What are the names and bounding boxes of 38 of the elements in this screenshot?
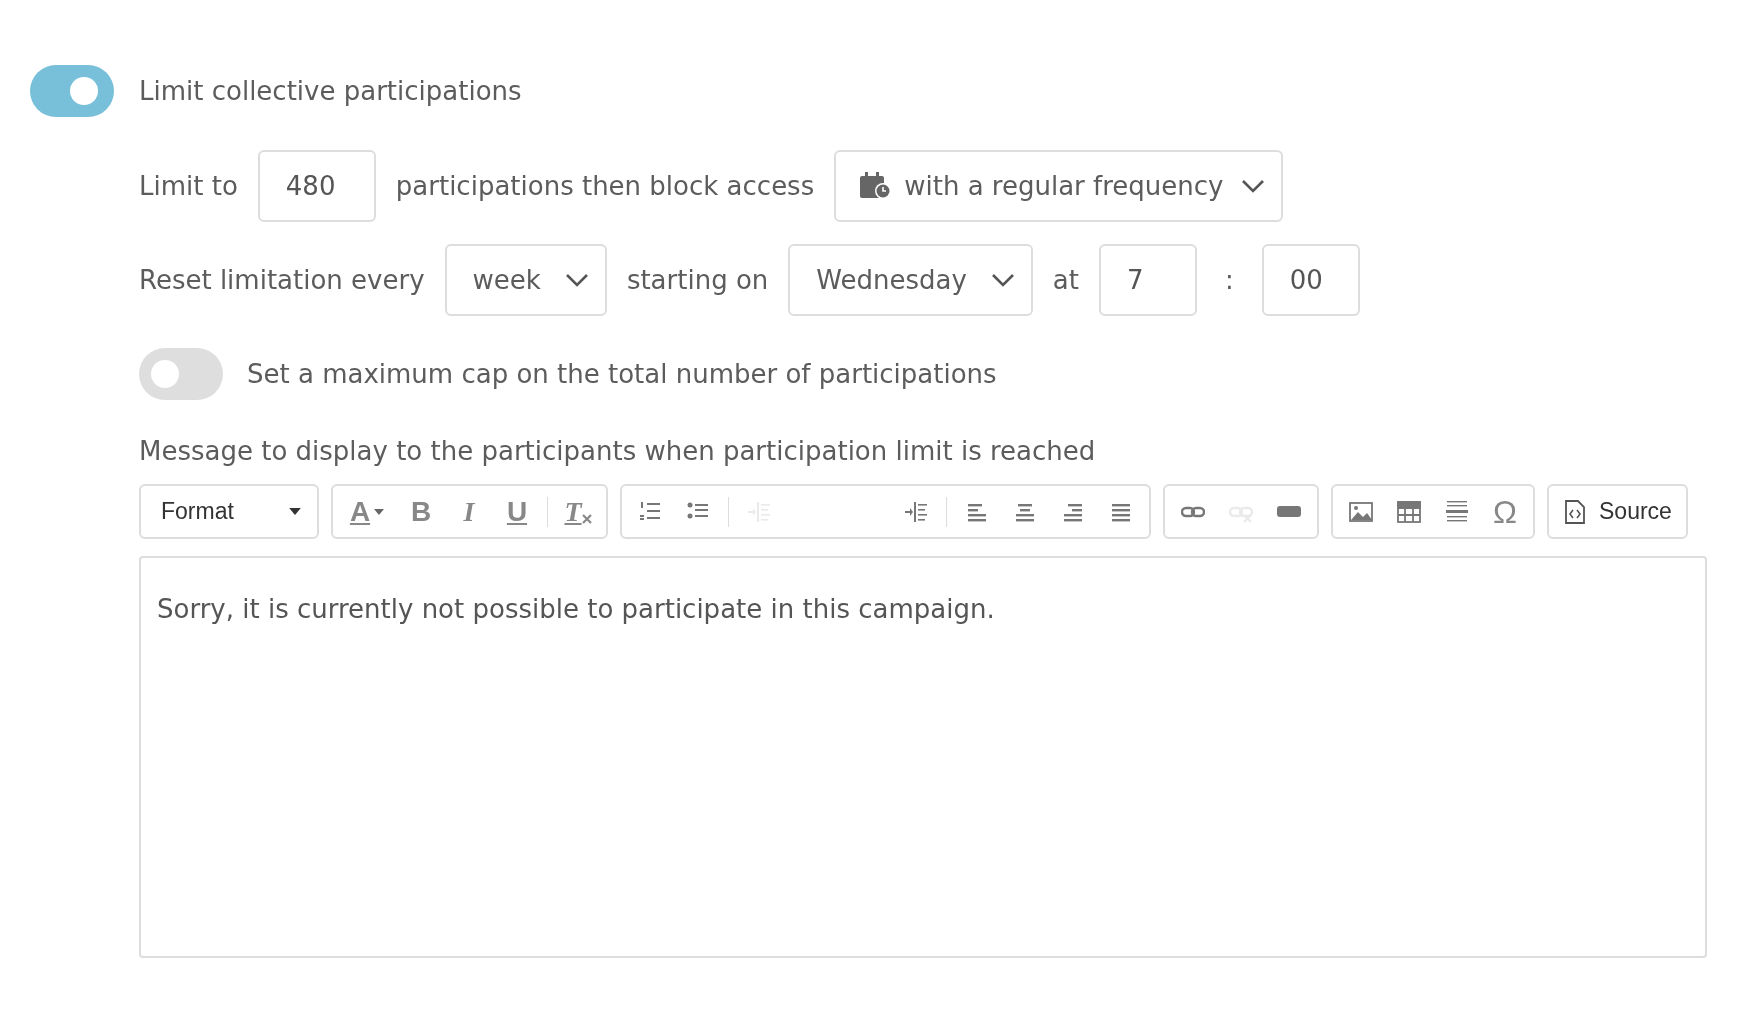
bold-button[interactable]: B	[399, 491, 443, 532]
underline-button[interactable]: U	[495, 491, 539, 532]
toggle-switch[interactable]	[139, 348, 223, 400]
day-select[interactable]: Wednesday	[788, 244, 1033, 316]
caret-icon	[289, 508, 301, 515]
limit-label: Limit to	[139, 171, 238, 201]
chevron-icon	[990, 273, 1015, 287]
toggle-label: Limit collective participations	[139, 76, 522, 106]
starting-label: starting on	[626, 265, 769, 295]
period-select[interactable]: week	[444, 244, 607, 316]
colon-label: :	[1224, 265, 1234, 295]
remove-format-button[interactable]: T	[556, 491, 600, 532]
message-label: Message to display to the participants when participation limit is reached	[139, 436, 1097, 466]
close-icon	[581, 513, 592, 524]
frequency-select[interactable]: with a regular frequency	[834, 150, 1284, 222]
input-field[interactable]: 480	[257, 150, 376, 222]
calendar-icon	[860, 172, 893, 200]
document-code-icon	[1563, 499, 1587, 524]
table-icon	[1397, 499, 1421, 524]
format-dropdown[interactable]: Format	[147, 498, 311, 525]
minute-field[interactable]: 00	[1261, 244, 1360, 316]
image-icon	[1349, 499, 1373, 524]
chevron-icon	[1241, 179, 1266, 193]
caret-icon	[374, 508, 385, 515]
italic-button[interactable]: I	[447, 491, 491, 532]
source-button[interactable]: Source	[1555, 498, 1680, 525]
hour-field[interactable]: 7	[1098, 244, 1197, 316]
toggle-switch[interactable]	[30, 65, 114, 117]
at-label: at	[1052, 265, 1079, 295]
indent-icon	[904, 499, 928, 524]
reset-label: Reset limitation every	[139, 265, 425, 295]
limit-label: participations then block access	[395, 171, 815, 201]
chevron-icon	[564, 273, 589, 287]
special-char-button[interactable]: Ω	[1483, 491, 1527, 532]
text-color-button[interactable]: A	[339, 491, 395, 532]
horizontal-line-icon	[1445, 499, 1469, 524]
message-editor[interactable]: Sorry, it is currently not possible to participate in this campaign.	[139, 556, 1707, 958]
toggle-label: Set a maximum cap on the total number of participations	[247, 359, 997, 389]
